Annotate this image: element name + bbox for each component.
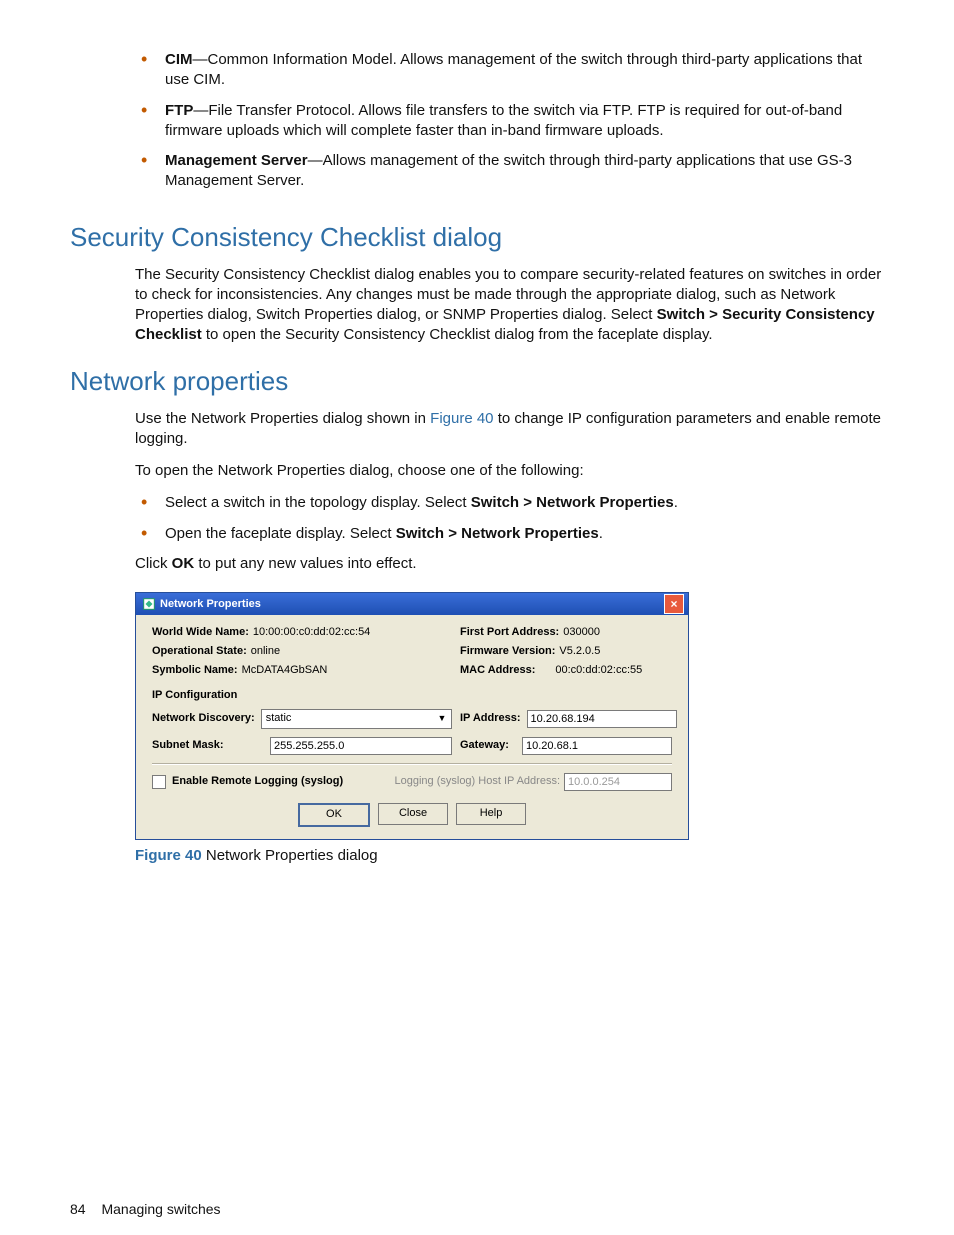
net-p3: Click OK to put any new values into effe… (135, 554, 884, 574)
label-sym: Symbolic Name: (152, 664, 238, 676)
list-item: Management Server—Allows management of t… (135, 151, 884, 202)
combo-value: static (266, 711, 292, 726)
enable-remote-logging-checkbox[interactable] (152, 775, 166, 789)
page-number: 84 (70, 1201, 86, 1217)
net-p2: To open the Network Properties dialog, c… (135, 461, 884, 481)
bullet-text: —Common Information Model. Allows manage… (165, 51, 862, 88)
val-first-port: 030000 (563, 626, 600, 638)
net-p3-bold: OK (172, 555, 195, 572)
subnet-mask-field: Subnet Mask: (152, 737, 452, 755)
bullet-bold: Switch > Network Properties (471, 494, 674, 511)
gateway-field: Gateway: (460, 737, 672, 755)
label-mac: MAC Address: (460, 664, 535, 676)
page-footer: 84 Managing switches (70, 1200, 221, 1219)
remote-logging-row: Enable Remote Logging (syslog) Logging (… (152, 773, 672, 791)
close-icon[interactable]: × (664, 594, 684, 614)
val-wwn: 10:00:00:c0:dd:02:cc:54 (253, 626, 370, 638)
info-fw: Firmware Version: V5.2.0.5 (460, 644, 672, 659)
row-subnet-gateway: Subnet Mask: Gateway: (152, 737, 672, 755)
net-bullets: Select a switch in the topology display.… (135, 493, 884, 554)
network-discovery-field: Network Discovery: static ▼ (152, 709, 452, 729)
help-button[interactable]: Help (456, 803, 526, 825)
bullet-term: CIM (165, 51, 193, 68)
scc-para: The Security Consistency Checklist dialo… (135, 265, 884, 346)
page: CIM—Common Information Model. Allows man… (0, 0, 954, 1235)
label-first-port: First Port Address: (460, 626, 559, 638)
net-heading: Network properties (70, 364, 884, 399)
gateway-input[interactable] (522, 737, 672, 755)
dialog-body: World Wide Name:10:00:00:c0:dd:02:cc:54 … (136, 615, 688, 838)
bullet-term: Management Server (165, 152, 308, 169)
net-p1: Use the Network Properties dialog shown … (135, 409, 884, 450)
app-icon (142, 597, 156, 611)
subnet-mask-input[interactable] (270, 737, 452, 755)
label-log-host: Logging (syslog) Host IP Address: (395, 774, 561, 789)
label-ip-addr: IP Address: (460, 711, 521, 726)
val-fw: V5.2.0.5 (559, 645, 600, 657)
network-discovery-combo[interactable]: static ▼ (261, 709, 452, 729)
figure-40-link[interactable]: Figure 40 (430, 410, 493, 427)
bullet-bold: Switch > Network Properties (396, 525, 599, 542)
info-sym: Symbolic Name: McDATA4GbSAN (152, 663, 452, 678)
bullet-term: FTP (165, 102, 193, 119)
figure-text: Network Properties dialog (202, 847, 378, 864)
figure-label: Figure 40 (135, 847, 202, 864)
info-mac: MAC Address: 00:c0:dd:02:cc:55 (460, 663, 672, 678)
list-item: Select a switch in the topology display.… (135, 493, 884, 523)
info-op-state: Operational State: online (152, 644, 452, 659)
enable-remote-logging-label: Enable Remote Logging (syslog) (172, 774, 343, 789)
figure-caption: Figure 40 Network Properties dialog (135, 846, 884, 866)
label-gateway: Gateway: (460, 738, 516, 753)
net-p1-pre: Use the Network Properties dialog shown … (135, 410, 430, 427)
net-p3-post: to put any new values into effect. (194, 555, 416, 572)
close-button[interactable]: Close (378, 803, 448, 825)
label-subnet: Subnet Mask: (152, 738, 264, 753)
info-first-port: First Port Address: 030000 (460, 625, 672, 640)
network-properties-dialog: Network Properties × World Wide Name: 10:… (135, 592, 689, 839)
label-wwn: World Wide Name: (152, 626, 249, 638)
dialog-titlebar[interactable]: Network Properties × (136, 593, 688, 615)
label-net-disc: Network Discovery: (152, 711, 255, 726)
logging-host-group: Logging (syslog) Host IP Address: (395, 773, 673, 791)
scc-heading: Security Consistency Checklist dialog (70, 220, 884, 255)
ip-address-input[interactable] (527, 710, 677, 728)
label-op-state: Operational State: (152, 645, 247, 657)
net-body: Use the Network Properties dialog shown … (135, 409, 884, 866)
bullet-pre: Select a switch in the topology display.… (165, 494, 471, 511)
chevron-down-icon: ▼ (435, 712, 449, 726)
logging-host-input (564, 773, 672, 791)
list-item: Open the faceplate display. Select Switc… (135, 524, 884, 554)
val-op-state: online (251, 645, 280, 657)
ip-address-field: IP Address: (460, 710, 677, 728)
list-item: CIM—Common Information Model. Allows man… (135, 50, 884, 101)
net-p3-pre: Click (135, 555, 172, 572)
ip-config-label: IP Configuration (152, 688, 672, 703)
label-fw: Firmware Version: (460, 645, 555, 657)
ok-button[interactable]: OK (298, 803, 370, 827)
intro-bullets: CIM—Common Information Model. Allows man… (135, 50, 884, 202)
bullet-pre: Open the faceplate display. Select (165, 525, 396, 542)
info-wwn: World Wide Name: 10:00:00:c0:dd:02:cc:54 (152, 625, 452, 640)
bullet-post: . (674, 494, 678, 511)
separator (152, 763, 672, 765)
info-grid: World Wide Name:10:00:00:c0:dd:02:cc:54 … (152, 625, 672, 678)
bullet-text: —File Transfer Protocol. Allows file tra… (165, 102, 842, 139)
dialog-title: Network Properties (160, 597, 261, 612)
val-mac: 00:c0:dd:02:cc:55 (555, 664, 642, 676)
bullet-post: . (599, 525, 603, 542)
scc-body: The Security Consistency Checklist dialo… (135, 265, 884, 346)
dialog-buttons: OK Close Help (152, 803, 672, 827)
row-discovery-ip: Network Discovery: static ▼ IP Address: (152, 709, 672, 729)
val-sym: McDATA4GbSAN (242, 664, 328, 676)
list-item: FTP—File Transfer Protocol. Allows file … (135, 101, 884, 152)
scc-para-post: to open the Security Consistency Checkli… (202, 326, 713, 343)
footer-section: Managing switches (101, 1201, 220, 1217)
intro-bullets-container: CIM—Common Information Model. Allows man… (135, 50, 884, 202)
